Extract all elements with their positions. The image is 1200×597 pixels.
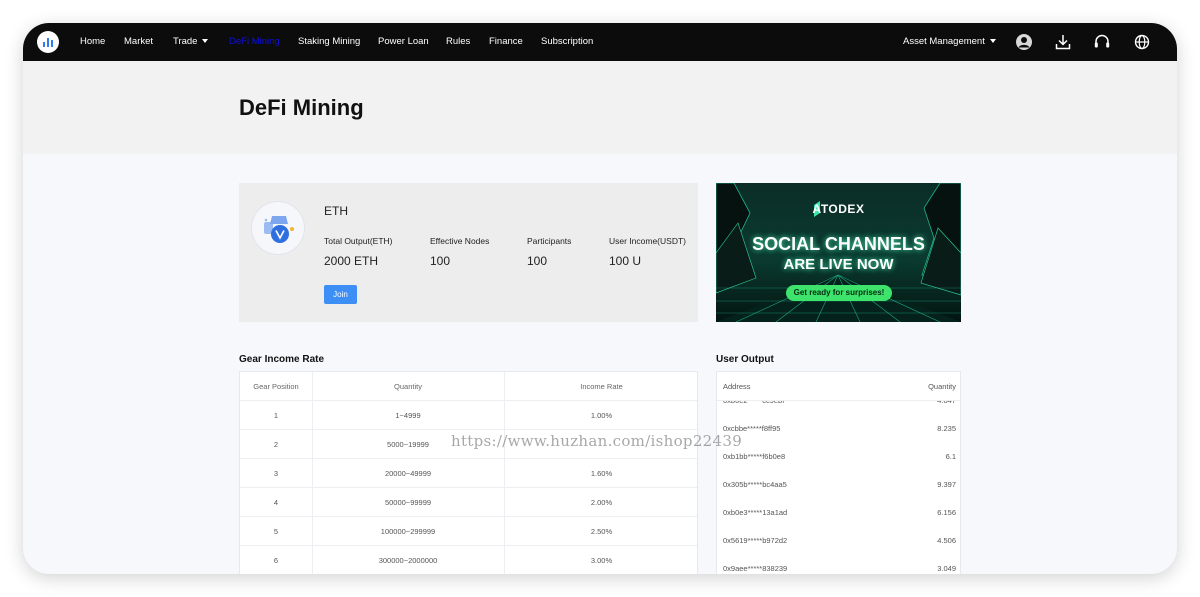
table-cell: 2 xyxy=(273,440,279,449)
table-row: 5 100000~299999 2.50% xyxy=(240,517,697,546)
join-button[interactable]: Join xyxy=(324,285,357,304)
nav-defi-mining[interactable]: DeFi Mining xyxy=(229,23,280,61)
table-cell: 1.60% xyxy=(590,469,613,478)
stat-label-participants: Participants xyxy=(527,236,572,246)
quantity-cell: 6.1 xyxy=(945,452,956,461)
table-cell: 3 xyxy=(273,469,279,478)
table-cell: 4 xyxy=(273,498,279,507)
column-header: Income Rate xyxy=(580,382,623,391)
column-header: Address xyxy=(723,382,751,391)
chevron-down-icon xyxy=(989,39,996,44)
table-cell: 1 xyxy=(273,411,279,420)
nav-trade[interactable]: Trade xyxy=(173,23,209,61)
asset-management-dropdown[interactable]: Asset Management xyxy=(903,23,996,61)
column-header: Gear Position xyxy=(253,382,299,391)
stat-value-user-income: 100 U xyxy=(609,254,642,268)
address-cell: 0x9aee*****838239 xyxy=(723,564,788,573)
table-header: Address Quantity xyxy=(717,372,960,401)
table-row: 3 20000~49999 1.60% xyxy=(240,459,697,488)
download-icon[interactable] xyxy=(1053,32,1073,52)
quantity-cell: 4.506 xyxy=(937,536,956,545)
table-cell: 100000~299999 xyxy=(380,527,436,536)
coin-logo xyxy=(251,201,305,255)
table-cell: 20000~49999 xyxy=(384,469,432,478)
nav-staking-mining[interactable]: Staking Mining xyxy=(298,23,360,61)
quantity-cell: 3.049 xyxy=(937,564,956,573)
address-cell: 0x5619*****b972d2 xyxy=(723,536,788,545)
table-row: 0xcbbe*****f8ff95 8.235 xyxy=(717,414,960,442)
eth-coin-icon xyxy=(264,216,294,243)
gear-income-table: Gear Position Quantity Income Rate 1 1~4… xyxy=(239,371,698,574)
top-navbar: Home Market Trade DeFi Mining Staking Mi… xyxy=(23,23,1177,61)
quantity-cell: 9.397 xyxy=(937,480,956,489)
banner-cta[interactable]: Get ready for surprises! xyxy=(786,285,892,301)
asset-management-label: Asset Management xyxy=(903,36,985,47)
table-cell: 300000~2000000 xyxy=(378,556,438,565)
stat-value-total-output: 2000 ETH xyxy=(324,254,379,268)
banner-brand: ATODEX xyxy=(812,202,865,216)
table-row: 0xb0e3*****13a1ad 6.156 xyxy=(717,498,960,526)
banner-headline-2: ARE LIVE NOW xyxy=(783,256,894,273)
stat-value-participants: 100 xyxy=(527,254,548,268)
page-title: DeFi Mining xyxy=(239,95,364,120)
stat-label-effective-nodes: Effective Nodes xyxy=(430,236,490,246)
app-window: Home Market Trade DeFi Mining Staking Mi… xyxy=(23,23,1177,574)
user-output-table[interactable]: Address Quantity 0xb0e2*****cc9ebf 4.847… xyxy=(716,371,961,574)
column-header: Quantity xyxy=(928,382,956,391)
nav-power-loan[interactable]: Power Loan xyxy=(378,23,429,61)
table-cell: 1~4999 xyxy=(395,411,421,420)
nav-rules[interactable]: Rules xyxy=(446,23,470,61)
table-cell: 2.50% xyxy=(590,527,613,536)
address-cell: 0x305b*****bc4aa5 xyxy=(723,480,787,489)
table-cell: 2.00% xyxy=(590,498,613,507)
nav-finance[interactable]: Finance xyxy=(489,23,523,61)
logo-icon[interactable] xyxy=(37,31,59,53)
nav-market[interactable]: Market xyxy=(124,23,153,61)
page-header: DeFi Mining xyxy=(23,61,1177,154)
table-row: 4 50000~99999 2.00% xyxy=(240,488,697,517)
quantity-cell: 8.235 xyxy=(937,424,956,433)
table-cell: 3.00% xyxy=(590,556,613,565)
user-avatar-icon[interactable] xyxy=(1014,32,1034,52)
gear-section-title: Gear Income Rate xyxy=(239,354,325,365)
stat-value-effective-nodes: 100 xyxy=(430,254,451,268)
table-cell: 1.00% xyxy=(590,411,613,420)
table-cell: 5 xyxy=(273,527,279,536)
watermark-text: https://www.huzhan.com/ishop22439 xyxy=(451,432,743,450)
promo-banner[interactable]: ATODEX SOCIAL CHANNELS ARE LIVE NOW Get … xyxy=(716,183,961,322)
table-cell: 50000~99999 xyxy=(384,498,432,507)
table-row: 0xb1bb*****f6b0e8 6.1 xyxy=(717,442,960,470)
globe-icon[interactable] xyxy=(1132,32,1152,52)
table-row: 0x9aee*****838239 3.049 xyxy=(717,554,960,574)
nav-subscription[interactable]: Subscription xyxy=(541,23,593,61)
chevron-down-icon xyxy=(202,39,209,44)
nav-trade-label: Trade xyxy=(173,36,198,47)
headset-icon[interactable] xyxy=(1092,32,1112,52)
address-cell: 0xb0e3*****13a1ad xyxy=(723,508,788,517)
nav-home[interactable]: Home xyxy=(80,23,105,61)
table-row: 0x305b*****bc4aa5 9.397 xyxy=(717,470,960,498)
table-header: Gear Position Quantity Income Rate xyxy=(240,372,697,401)
quantity-cell: 6.156 xyxy=(937,508,956,517)
pool-coin-name: ETH xyxy=(324,204,348,218)
column-header: Quantity xyxy=(394,382,422,391)
stat-label-user-income: User Income(USDT) xyxy=(609,236,686,246)
table-cell: 6 xyxy=(273,556,279,565)
table-row: 6 300000~2000000 3.00% xyxy=(240,546,697,574)
pool-card: ETH Total Output(ETH) Effective Nodes Pa… xyxy=(239,183,698,322)
banner-headline-1: SOCIAL CHANNELS xyxy=(752,234,925,254)
stat-label-total-output: Total Output(ETH) xyxy=(324,236,393,246)
table-row: 1 1~4999 1.00% xyxy=(240,401,697,430)
table-row: 0x5619*****b972d2 4.506 xyxy=(717,526,960,554)
output-section-title: User Output xyxy=(716,354,774,365)
